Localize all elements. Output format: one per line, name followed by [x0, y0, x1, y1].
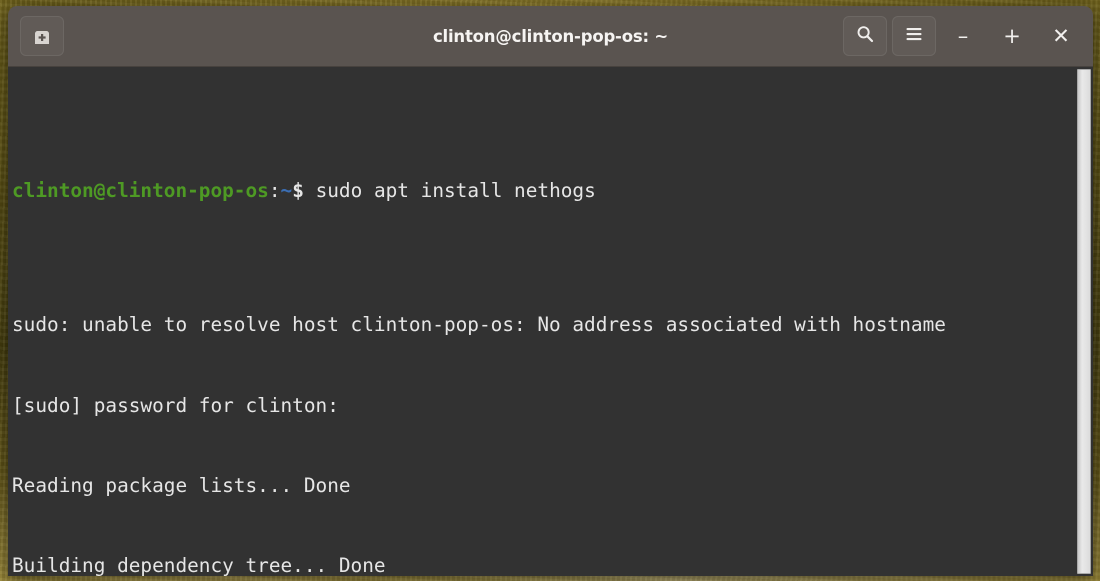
prompt-path: ~ — [280, 179, 293, 203]
maximize-button[interactable]: + — [990, 16, 1034, 56]
window-titlebar[interactable]: clinton@clinton-pop-os: ~ – + ✕ — [8, 6, 1093, 67]
terminal-output-line: [sudo] password for clinton: — [12, 393, 339, 417]
terminal-output-line: Reading package lists... Done — [12, 473, 351, 497]
new-tab-icon — [31, 26, 53, 46]
menu-button[interactable] — [892, 16, 936, 56]
minimize-button[interactable]: – — [941, 16, 985, 56]
terminal-output-line: sudo: unable to resolve host clinton-pop… — [12, 313, 946, 337]
terminal-output-area[interactable]: clinton@clinton-pop-os:~$ sudo apt insta… — [8, 67, 1076, 576]
close-button[interactable]: ✕ — [1039, 16, 1083, 56]
terminal-output-line: Building dependency tree... Done — [12, 554, 386, 576]
prompt-sigil: $ — [292, 179, 304, 203]
scrollbar-thumb[interactable] — [1077, 69, 1091, 574]
close-icon: ✕ — [1052, 23, 1070, 48]
vertical-scrollbar[interactable] — [1076, 67, 1093, 576]
terminal-body[interactable]: clinton@clinton-pop-os:~$ sudo apt insta… — [8, 67, 1093, 576]
minimize-icon: – — [957, 23, 969, 48]
maximize-icon: + — [1003, 23, 1021, 48]
hamburger-menu-icon — [904, 26, 924, 46]
search-icon — [855, 24, 875, 48]
terminal-command-text: sudo apt install nethogs — [303, 179, 596, 203]
new-tab-button[interactable] — [20, 16, 64, 56]
search-button[interactable] — [843, 16, 887, 56]
terminal-command-line: clinton@clinton-pop-os:~$ sudo apt insta… — [12, 178, 1076, 205]
terminal-window: clinton@clinton-pop-os: ~ – + ✕ clinton@… — [8, 6, 1093, 576]
prompt-colon: : — [268, 179, 281, 203]
prompt-user-host: clinton@clinton-pop-os — [12, 179, 269, 203]
